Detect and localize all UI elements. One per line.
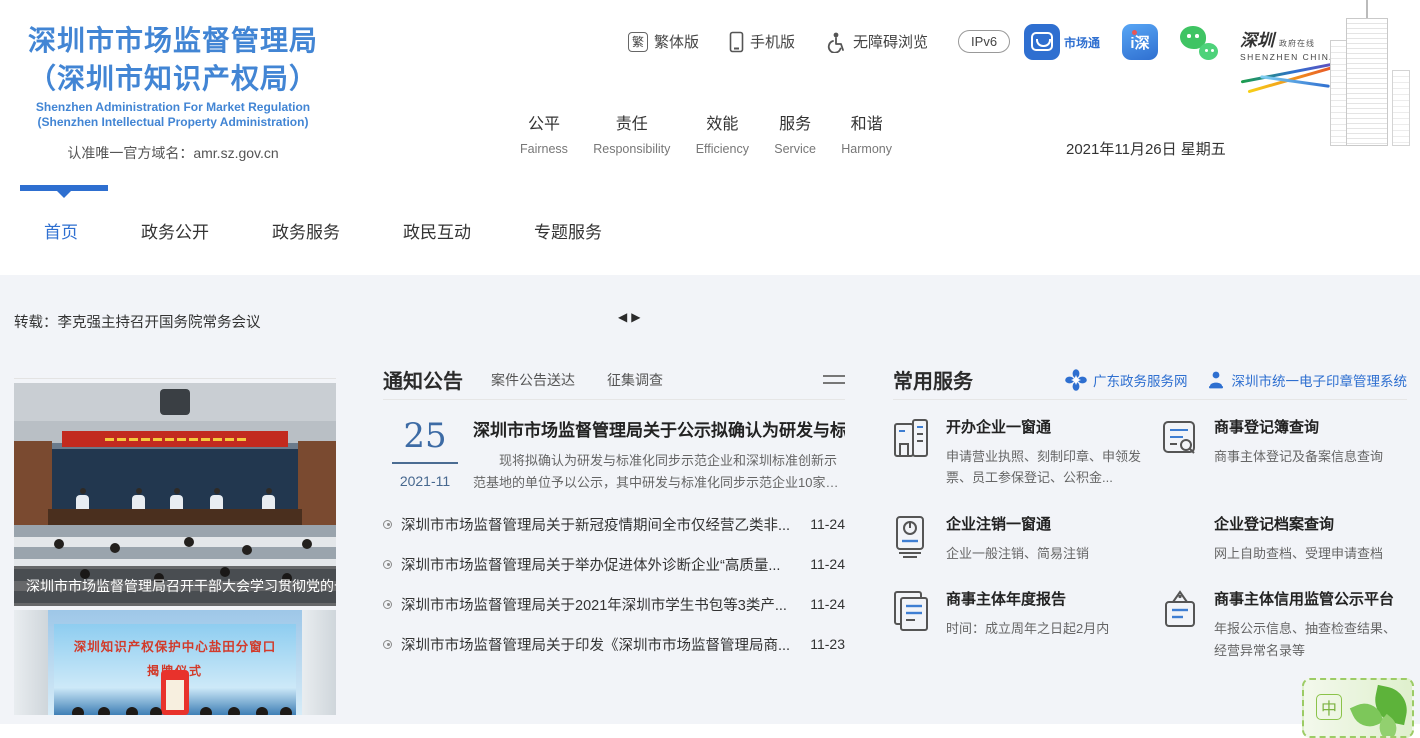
nav-item-gov-services[interactable]: 政务服务 (272, 218, 340, 243)
mobile-icon (729, 31, 744, 53)
org-name-en-line1: Shenzhen Administration For Market Regul… (28, 100, 318, 116)
service-register-search[interactable]: 商事登记簿查询 商事主体登记及备案信息查询 (1161, 416, 1407, 489)
service-archive-search[interactable]: 企业登记档案查询 网上自助查档、受理申请查档 (1161, 513, 1407, 564)
org-name-line2: （深圳市知识产权局） (28, 60, 318, 98)
tab-surveys[interactable]: 征集调查 (607, 370, 663, 390)
register-search-icon (1161, 416, 1199, 489)
traditional-chinese-label: 繁体版 (654, 31, 699, 52)
shenzhen-china-logo-sub: 政府在线 (1279, 38, 1315, 49)
current-date: 2021年11月26日 星期五 (1066, 138, 1226, 159)
market-tong-app[interactable]: 市场通 (1024, 24, 1100, 60)
nav-item-home[interactable]: 首页 (44, 218, 78, 243)
value-efficiency: 效能Efficiency (696, 110, 749, 156)
market-tong-icon (1024, 24, 1060, 60)
featured-notice-date: 25 2021-11 (383, 416, 467, 494)
eseal-system-link[interactable]: 深圳市统一电子印章管理系统 (1206, 370, 1408, 390)
notices-section: 通知公告 案件公告送达 征集调查 25 2021-11 深圳市市场监督管理局关于… (383, 360, 845, 664)
site-header: 深圳市市场监督管理局 （深圳市知识产权局） Shenzhen Administr… (0, 0, 1420, 185)
service-open-company[interactable]: 开办企业一窗通 申请营业执照、刻制印章、申领发票、员工参保登记、公积金... (893, 416, 1155, 489)
wechat-icon[interactable] (1180, 26, 1218, 60)
nav-item-gov-info[interactable]: 政务公开 (141, 218, 209, 243)
traditional-chinese-icon: 繁 (628, 32, 648, 52)
bullet-icon (383, 560, 392, 569)
featured-notice-title: 深圳市市场监督管理局关于公示拟确认为研发与标... (473, 416, 845, 441)
ticker-prev-icon[interactable]: ◀ (618, 310, 627, 324)
shenzhen-china-logo-cn: 深圳 (1240, 26, 1274, 51)
carousel-caption: 深圳市市场监督管理局召开干部大会学习贯彻党的十... (14, 566, 336, 606)
carousel-divider (14, 378, 336, 379)
site-logo[interactable]: 深圳市市场监督管理局 （深圳市知识产权局） Shenzhen Administr… (28, 22, 318, 163)
notice-row[interactable]: 深圳市市场监督管理局关于2021年深圳市学生书包等3类产... 11-24 (383, 584, 845, 624)
value-harmony: 和谐Harmony (841, 110, 892, 156)
service-deregister[interactable]: 企业注销一窗通 企业一般注销、简易注销 (893, 513, 1155, 564)
nav-item-special[interactable]: 专题服务 (534, 218, 602, 243)
mobile-version-link[interactable]: 手机版 (729, 31, 795, 53)
accessibility-label: 无障碍浏览 (853, 31, 928, 52)
value-responsibility: 责任Responsibility (593, 110, 670, 156)
value-service: 服务Service (774, 110, 816, 156)
ipv6-badge[interactable]: IPv6 (958, 30, 1010, 53)
notice-row[interactable]: 深圳市市场监督管理局关于举办促进体外诊断企业“高质量... 11-24 (383, 544, 845, 584)
china-widget-glyph: 中 (1316, 694, 1342, 720)
notice-row[interactable]: 深圳市市场监督管理局关于印发《深圳市市场监督管理局商... 11-23 (383, 624, 845, 664)
building-sketch-graphic (1318, 0, 1418, 158)
ceremony-banner-line1: 深圳知识产权保护中心盐田分窗口 (14, 636, 336, 655)
market-tong-label: 市场通 (1064, 34, 1100, 51)
credit-board-icon (1161, 588, 1199, 661)
seal-icon (1206, 370, 1226, 390)
value-fairness: 公平Fairness (520, 110, 568, 156)
notices-more-icon[interactable] (823, 370, 845, 389)
company-open-icon (893, 416, 931, 489)
nav-item-interaction[interactable]: 政民互动 (403, 218, 471, 243)
featured-notice[interactable]: 25 2021-11 深圳市市场监督管理局关于公示拟确认为研发与标... 现将拟… (383, 416, 845, 494)
no-icon-spacer (1161, 513, 1199, 564)
accessibility-link[interactable]: 无障碍浏览 (825, 31, 928, 53)
floating-china-widget[interactable]: 中 (1302, 678, 1414, 738)
tab-case-announcements[interactable]: 案件公告送达 (491, 370, 575, 390)
notice-row[interactable]: 深圳市市场监督管理局关于新冠疫情期间全市仅经营乙类非... 11-24 (383, 504, 845, 544)
utility-links: 繁 繁体版 手机版 无障碍浏览 IPv6 (628, 30, 1010, 53)
accessibility-icon (825, 31, 847, 53)
annual-report-icon (893, 588, 931, 661)
core-values-row: 公平Fairness 责任Responsibility 效能Efficiency… (520, 110, 892, 156)
traditional-chinese-link[interactable]: 繁 繁体版 (628, 31, 699, 52)
services-section: 常用服务 广东政务服务网 深圳市统一电子印章管理系统 (893, 360, 1407, 661)
notices-list: 深圳市市场监督管理局关于新冠疫情期间全市仅经营乙类非... 11-24 深圳市市… (383, 504, 845, 664)
org-name-line1: 深圳市市场监督管理局 (28, 22, 318, 60)
news-ticker[interactable]: 转载：李克强主持召开国务院常务会议 (14, 311, 261, 332)
services-title: 常用服务 (893, 365, 973, 394)
main-content: 转载：李克强主持召开国务院常务会议 ◀ ▶ 深圳市市场监督管理局召开干部大会学习… (0, 275, 1420, 724)
app-icons-row: 市场通 i深 深圳 政府在线 SHENZHEN CHINA (1024, 24, 1358, 86)
carousel-slide-conference[interactable]: 深圳市市场监督管理局召开干部大会学习贯彻党的十... (14, 383, 336, 606)
service-annual-report[interactable]: 商事主体年度报告 时间：成立周年之日起2月内 (893, 588, 1155, 661)
service-credit-platform[interactable]: 商事主体信用监管公示平台 年报公示信息、抽查检查结果、经营异常名录等 (1161, 588, 1407, 661)
photo-carousel: 深圳市市场监督管理局召开干部大会学习贯彻党的十... 深圳知识产权保护中心盐田分… (14, 383, 336, 715)
bullet-icon (383, 520, 392, 529)
carousel-slide-ceremony[interactable]: 深圳知识产权保护中心盐田分窗口 揭牌仪式 (14, 610, 336, 715)
featured-notice-summary: 现将拟确认为研发与标准化同步示范企业和深圳标准创新示范基地的单位予以公示，其中研… (473, 450, 845, 494)
guangdong-service-link[interactable]: 广东政务服务网 (1065, 369, 1188, 391)
mobile-version-label: 手机版 (750, 31, 795, 52)
org-name-en-line2: (Shenzhen Intellectual Property Administ… (28, 115, 318, 131)
official-domain: 认准唯一官方域名：amr.sz.gov.cn (28, 143, 318, 163)
bullet-icon (383, 640, 392, 649)
bullet-icon (383, 600, 392, 609)
ishen-app-icon[interactable]: i深 (1122, 24, 1158, 60)
notices-title: 通知公告 (383, 365, 463, 394)
main-navbar: 首页 政务公开 政务服务 政民互动 专题服务 政务机器人 (0, 185, 1420, 275)
ticker-next-icon[interactable]: ▶ (631, 310, 640, 324)
guangdong-flower-icon (1065, 369, 1087, 391)
deregister-icon (893, 513, 931, 564)
